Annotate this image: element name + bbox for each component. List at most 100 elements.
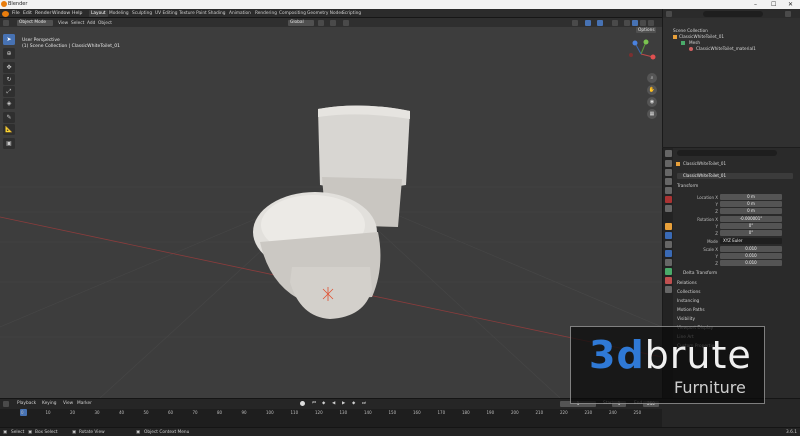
next-key-icon[interactable]: ◆ <box>352 401 355 406</box>
instancing-section[interactable]: Instancing <box>677 299 699 304</box>
options-button[interactable]: Options <box>636 27 656 33</box>
material-tab-icon[interactable] <box>664 277 672 284</box>
outliner-row-mesh[interactable]: Mesh <box>689 40 700 45</box>
proportional-edit-icon[interactable] <box>343 19 349 26</box>
cursor-tool-icon[interactable]: ⊕ <box>3 48 15 59</box>
zoom-icon[interactable]: ⌕ <box>647 73 657 83</box>
relations-section[interactable]: Relations <box>677 281 697 286</box>
shading-solid-icon[interactable] <box>632 19 638 26</box>
rotation-y-field[interactable]: 0° <box>720 223 782 229</box>
location-z-field[interactable]: 0 m <box>720 208 782 214</box>
properties-search-field[interactable] <box>677 150 777 156</box>
move-tool-icon[interactable]: ✥ <box>3 62 15 73</box>
outliner-editor-icon[interactable] <box>666 10 672 17</box>
mode-selector[interactable]: Object Mode <box>17 19 53 26</box>
tab-shading[interactable]: Shading <box>206 10 227 17</box>
rotation-mode-select[interactable]: XYZ Euler <box>720 238 782 244</box>
modifier-tab-icon[interactable] <box>664 232 672 239</box>
timeline-editor-icon[interactable] <box>3 400 9 407</box>
motion-paths-section[interactable]: Motion Paths <box>677 308 705 313</box>
tool-tab-icon[interactable] <box>664 150 672 157</box>
pivot-icon[interactable] <box>318 19 324 26</box>
collection-tab-icon[interactable] <box>664 205 672 212</box>
camera-view-icon[interactable]: ◉ <box>647 97 657 107</box>
add-cube-tool-icon[interactable]: ▣ <box>3 138 15 149</box>
scale-tool-icon[interactable]: ⤢ <box>3 86 15 97</box>
rotation-x-field[interactable]: -0.000001° <box>720 216 782 222</box>
play-icon[interactable]: ▶ <box>342 401 345 406</box>
tab-scripting[interactable]: Scripting <box>340 10 363 17</box>
particles-tab-icon[interactable] <box>664 241 672 248</box>
visibility-section[interactable]: Visibility <box>677 317 695 322</box>
scale-y-field[interactable]: 0.010 <box>720 253 782 259</box>
blender-menu-icon[interactable] <box>2 10 9 17</box>
data-tab-icon[interactable] <box>664 268 672 275</box>
outliner-row-object[interactable]: ClassicWhiteToilet_01 <box>679 34 724 39</box>
render-tab-icon[interactable] <box>664 160 672 167</box>
minimize-button[interactable]: – <box>754 1 757 8</box>
prev-key-icon[interactable]: ◆ <box>322 401 325 406</box>
world-tab-icon[interactable] <box>664 196 672 203</box>
menu-select[interactable]: Select <box>71 21 84 26</box>
delta-transform-header[interactable]: Delta Transform <box>683 271 717 276</box>
annotate-tool-icon[interactable]: ✎ <box>3 112 15 123</box>
tab-modeling[interactable]: Modeling <box>107 10 131 17</box>
texture-tab-icon[interactable] <box>664 286 672 293</box>
scale-z-field[interactable]: 0.010 <box>720 260 782 266</box>
record-button[interactable] <box>300 401 305 406</box>
tab-uv-editing[interactable]: UV Editing <box>153 10 179 17</box>
visibility-icon[interactable] <box>572 19 578 26</box>
constraints-tab-icon[interactable] <box>664 259 672 266</box>
toilet-model[interactable] <box>253 105 410 319</box>
location-x-field[interactable]: 0 m <box>720 194 782 200</box>
view-layer-tab-icon[interactable] <box>664 178 672 185</box>
menu-playback[interactable]: Playback <box>17 401 36 406</box>
scale-x-field[interactable]: 0.010 <box>720 246 782 252</box>
pan-hand-icon[interactable]: ✋ <box>647 85 657 95</box>
snap-icon[interactable] <box>330 19 336 26</box>
orientation-selector[interactable]: Global <box>288 19 314 26</box>
transform-tool-icon[interactable]: ◈ <box>3 98 15 109</box>
tab-compositing[interactable]: Compositing <box>277 10 308 17</box>
tab-layout[interactable]: Layout <box>89 10 108 17</box>
scene-tab-icon[interactable] <box>664 187 672 194</box>
navigation-gizmo[interactable] <box>626 39 656 69</box>
object-tab-icon[interactable] <box>664 223 672 230</box>
outliner-row-scene-collection[interactable]: Scene Collection <box>673 28 708 33</box>
maximize-button[interactable]: ☐ <box>771 1 776 8</box>
shading-material-icon[interactable] <box>640 19 646 26</box>
select-tool-icon[interactable]: ➤ <box>3 34 15 45</box>
outliner-row-material[interactable]: ClassicWhiteToilet_material1 <box>696 46 756 51</box>
filter-icon[interactable] <box>785 10 791 17</box>
close-button[interactable]: ✕ <box>788 1 793 8</box>
transform-section-header[interactable]: Transform <box>677 184 698 189</box>
output-tab-icon[interactable] <box>664 169 672 176</box>
physics-tab-icon[interactable] <box>664 250 672 257</box>
rotate-tool-icon[interactable]: ↻ <box>3 74 15 85</box>
menu-marker[interactable]: Marker <box>77 401 92 406</box>
menu-timeline-view[interactable]: View <box>63 401 73 406</box>
collections-section[interactable]: Collections <box>677 290 701 295</box>
menu-object[interactable]: Object <box>98 21 112 26</box>
tab-sculpting[interactable]: Sculpting <box>130 10 154 17</box>
menu-render[interactable]: Render <box>35 11 51 16</box>
jump-end-icon[interactable]: ⏭ <box>362 401 366 406</box>
object-name-field[interactable]: ClassicWhiteToilet_01 <box>677 173 793 179</box>
menu-edit[interactable]: Edit <box>23 11 32 16</box>
shading-rendered-icon[interactable] <box>648 19 654 26</box>
menu-help[interactable]: Help <box>72 11 82 16</box>
tab-animation[interactable]: Animation <box>227 10 253 17</box>
gizmo-toggle-icon[interactable] <box>585 19 591 26</box>
menu-keying[interactable]: Keying <box>42 401 56 406</box>
3d-viewport[interactable]: User Perspective (1) Scene Collection | … <box>0 27 662 398</box>
menu-view[interactable]: View <box>58 21 68 26</box>
tab-rendering[interactable]: Rendering <box>253 10 279 17</box>
menu-file[interactable]: File <box>12 11 20 16</box>
rotation-z-field[interactable]: 0° <box>720 230 782 236</box>
jump-start-icon[interactable]: ⏮ <box>312 401 316 406</box>
shading-wireframe-icon[interactable] <box>624 19 630 26</box>
menu-add[interactable]: Add <box>87 21 95 26</box>
outliner-search-field[interactable] <box>703 10 763 17</box>
overlay-toggle-icon[interactable] <box>597 19 603 26</box>
ortho-toggle-icon[interactable]: ▦ <box>647 109 657 119</box>
